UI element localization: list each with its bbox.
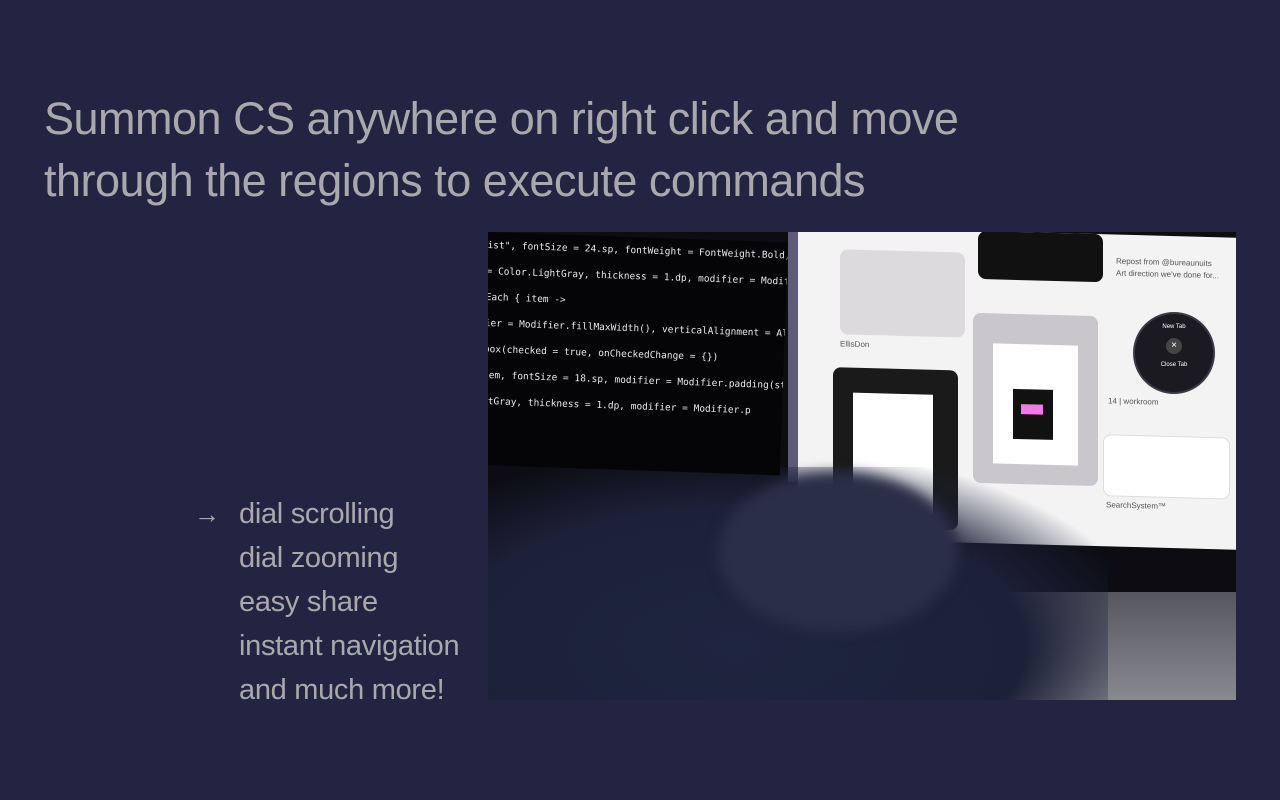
close-icon: × <box>1166 338 1182 354</box>
command-dial: New Tab × Close Tab <box>1133 312 1215 394</box>
card-label: Art direction we've done for... <box>1116 268 1219 281</box>
product-photo: ist", fontSize = 24.sp, fontWeight = Fon… <box>488 232 1236 700</box>
dial-new-tab: New Tab <box>1162 324 1186 330</box>
feature-item: dial scrolling <box>239 498 395 530</box>
hand <box>718 472 958 632</box>
card-thumbnail <box>840 249 965 338</box>
code-editor: ist", fontSize = 24.sp, fontWeight = Fon… <box>488 232 788 476</box>
card-label: Repost from @bureaunuits <box>1116 256 1212 269</box>
arrow-right-icon: → <box>194 499 220 529</box>
card-label: 14 | workroom <box>1108 396 1159 407</box>
feature-item: instant navigation <box>239 630 460 662</box>
card-thumbnail <box>973 312 1098 487</box>
headline: Summon CS anywhere on right click and mo… <box>44 93 959 206</box>
card-label: SearchSystem™ <box>1106 500 1167 511</box>
feature-item: and much more! <box>239 674 445 706</box>
feature-item: easy share <box>239 586 378 618</box>
feature-item: dial zooming <box>239 542 399 574</box>
card-thumbnail <box>978 232 1103 283</box>
dial-close-tab: Close Tab <box>1160 362 1188 368</box>
card-label: EllisDon <box>840 339 870 350</box>
card-thumbnail <box>1103 434 1230 500</box>
